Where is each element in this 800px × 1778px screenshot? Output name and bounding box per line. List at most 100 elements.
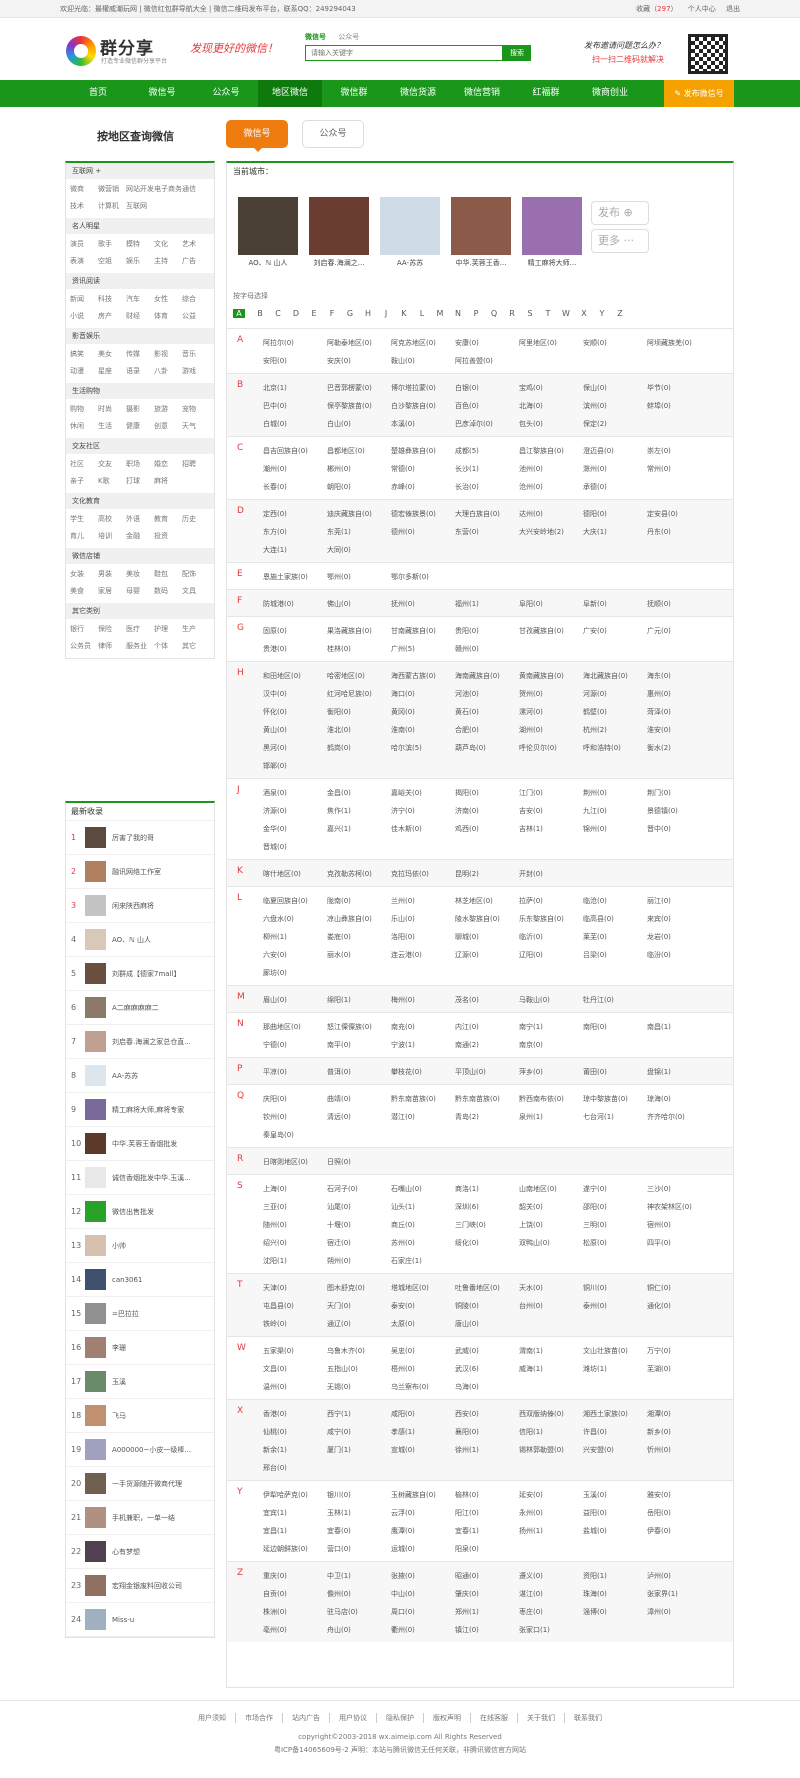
city-link[interactable]: 万宁(0) [647,1342,711,1360]
city-link[interactable]: 海东(0) [647,667,711,685]
category-link[interactable]: 保险 [98,621,126,638]
city-link[interactable]: 延边朝鲜族(0) [263,1540,327,1558]
category-link[interactable]: 传媒 [126,346,154,363]
category-link[interactable]: 综合 [182,291,210,308]
city-link[interactable]: 甘南藏族自(0) [391,622,455,640]
category-link[interactable]: 技术 [70,198,98,215]
city-link[interactable]: 崇左(0) [647,442,711,460]
city-link[interactable]: 葫芦岛(0) [455,739,519,757]
city-link[interactable]: 无锡(0) [327,1378,391,1396]
city-link[interactable]: 朝阳(0) [327,478,391,496]
latest-item[interactable]: 19 A000000~小皮一级棒... [66,1433,214,1467]
city-link[interactable]: 上饶(0) [519,1216,583,1234]
city-link[interactable]: 通辽(0) [327,1315,391,1333]
category-link[interactable]: 鞋包 [154,566,182,583]
category-link[interactable]: 微营销 [98,181,126,198]
category-link[interactable]: 美食 [70,583,98,600]
city-link[interactable]: 来宾(0) [647,910,711,928]
city-link[interactable]: 固原(0) [263,622,327,640]
city-link[interactable]: 咸阳(0) [391,1405,455,1423]
city-link[interactable]: 泸州(0) [647,1567,711,1585]
category-link[interactable]: 音乐 [182,346,210,363]
city-link[interactable]: 宜春(1) [455,1522,519,1540]
city-link[interactable]: 伊犁哈萨克(0) [263,1486,327,1504]
nav-group[interactable]: 微信群 [322,80,386,107]
city-link[interactable]: 汕头(1) [391,1198,455,1216]
city-link[interactable]: 和田地区(0) [263,667,327,685]
city-link[interactable]: 郑州(1) [455,1603,519,1621]
city-link[interactable]: 临沧(0) [583,892,647,910]
category-link[interactable]: 电子商务 [154,181,182,198]
city-link[interactable]: 资阳(1) [583,1567,647,1585]
city-link[interactable]: 铁岭(0) [263,1315,327,1333]
city-link[interactable]: 巴音郭楞蒙(0) [327,379,391,397]
city-link[interactable]: 屯昌县(0) [263,1297,327,1315]
city-link[interactable]: 吐鲁番地区(0) [455,1279,519,1297]
city-link[interactable]: 扬州(1) [519,1522,583,1540]
letter-link[interactable]: C [269,309,287,318]
city-link[interactable]: 韶关(0) [519,1198,583,1216]
category-link[interactable]: 生活 [98,418,126,435]
city-link[interactable]: 济南(0) [455,802,519,820]
tab-official[interactable]: 公众号 [302,120,364,148]
category-link[interactable]: 女性 [154,291,182,308]
latest-item[interactable]: 15 =巴拉拉 [66,1297,214,1331]
category-link[interactable]: 八卦 [154,363,182,380]
city-link[interactable]: 呼和浩特(0) [583,739,647,757]
city-link[interactable]: 营口(0) [327,1540,391,1558]
city-link[interactable]: 哈尔滨(5) [391,739,455,757]
category-link[interactable]: 历史 [182,511,210,528]
latest-item[interactable]: 6 A二麻麻麻麻二 [66,991,214,1025]
city-link[interactable]: 林芝地区(0) [455,892,519,910]
category-link[interactable]: 财经 [126,308,154,325]
city-link[interactable]: 杭州(2) [583,721,647,739]
city-link[interactable]: 黄南藏族自(0) [519,667,583,685]
city-link[interactable]: 怒江傈僳族(0) [327,1018,391,1036]
category-link[interactable]: 麻将 [154,473,182,490]
latest-item[interactable]: 7 刘启春.海澜之家总仓直... [66,1025,214,1059]
city-link[interactable]: 大理白族自(0) [455,505,519,523]
city-link[interactable]: 平顶山(0) [455,1063,519,1081]
search-tab-official[interactable]: 公众号 [338,33,359,41]
city-link[interactable]: 湘西土家族(0) [583,1405,647,1423]
city-link[interactable]: 铜仁(0) [647,1279,711,1297]
city-link[interactable]: 琼海(0) [647,1090,711,1108]
letter-link[interactable]: X [575,309,593,318]
city-link[interactable]: 保定(2) [583,415,647,433]
city-link[interactable]: 临夏回族自(0) [263,892,327,910]
city-link[interactable]: 德州(0) [391,523,455,541]
city-link[interactable]: 鹤壁(0) [583,703,647,721]
city-link[interactable]: 株洲(0) [263,1603,327,1621]
category-link[interactable]: 宠物 [182,401,210,418]
letter-link[interactable]: L [413,309,431,318]
city-link[interactable]: 天水(0) [519,1279,583,1297]
city-link[interactable]: 阿拉善盟(0) [455,352,519,370]
city-link[interactable]: 凉山彝族自(0) [327,910,391,928]
city-link[interactable]: 宜宾(1) [263,1504,327,1522]
city-link[interactable]: 白城(0) [263,415,327,433]
city-link[interactable]: 渭南(1) [519,1342,583,1360]
latest-item[interactable]: 9 精工麻将大师,麻将专家 [66,1093,214,1127]
city-link[interactable]: 南充(0) [391,1018,455,1036]
city-link[interactable]: 贵阳(0) [455,622,519,640]
city-link[interactable]: 淄博(0) [583,1603,647,1621]
city-link[interactable]: 邯郸(0) [263,757,327,775]
category-link[interactable]: 健康 [126,418,154,435]
category-link[interactable]: 科技 [98,291,126,308]
city-link[interactable]: 衢州(0) [391,1621,455,1639]
city-link[interactable]: 南平(0) [327,1036,391,1054]
category-link[interactable]: 投资 [154,528,182,545]
city-link[interactable]: 自贡(0) [263,1585,327,1603]
city-link[interactable]: 柳州(1) [263,928,327,946]
city-link[interactable]: 福州(1) [455,595,519,613]
city-link[interactable]: 保亭黎族苗(0) [327,397,391,415]
city-link[interactable]: 金华(0) [263,820,327,838]
city-link[interactable]: 阿克苏地区(0) [391,334,455,352]
latest-item[interactable]: 16 李珊 [66,1331,214,1365]
city-link[interactable]: 临高县(0) [583,910,647,928]
category-link[interactable]: 互联网 [126,198,154,215]
latest-item[interactable]: 12 微信出售批发 [66,1195,214,1229]
post-button[interactable]: 发布 ⊕ [591,201,649,225]
city-link[interactable]: 三明(0) [583,1216,647,1234]
city-link[interactable]: 齐齐哈尔(0) [647,1108,711,1126]
